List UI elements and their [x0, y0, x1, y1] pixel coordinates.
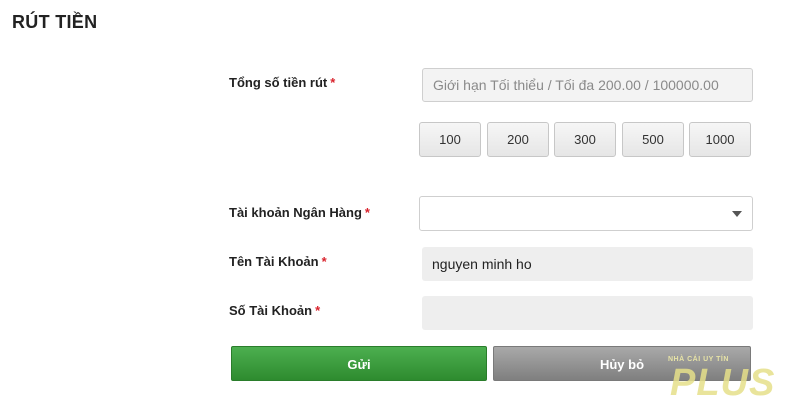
quick-amount-group: 100 200 300 500 1000 — [419, 122, 753, 157]
account-name-field[interactable] — [422, 247, 753, 281]
account-number-field[interactable] — [422, 296, 753, 330]
quick-amount-1000-button[interactable]: 1000 — [689, 122, 751, 157]
amount-label: Tổng số tiền rút * — [229, 75, 335, 90]
quick-amount-500-button[interactable]: 500 — [622, 122, 684, 157]
required-mark: * — [330, 75, 336, 90]
bank-account-label-text: Tài khoản Ngân Hàng — [229, 205, 362, 220]
chevron-down-icon — [732, 211, 742, 217]
required-mark: * — [315, 303, 321, 318]
quick-amount-300-button[interactable]: 300 — [554, 122, 616, 157]
amount-label-text: Tổng số tiền rút — [229, 75, 328, 90]
bank-account-select[interactable] — [419, 196, 753, 231]
quick-amount-200-button[interactable]: 200 — [487, 122, 549, 157]
account-name-label-text: Tên Tài Khoản — [229, 254, 319, 269]
account-number-label-text: Số Tài Khoản — [229, 303, 313, 318]
required-mark: * — [364, 205, 370, 220]
page-title: RÚT TIỀN — [12, 12, 98, 32]
account-name-label: Tên Tài Khoản * — [229, 254, 327, 269]
required-mark: * — [321, 254, 327, 269]
watermark-logo: PLUS — [670, 362, 776, 404]
account-number-label: Số Tài Khoản * — [229, 303, 320, 318]
amount-input[interactable] — [422, 68, 753, 102]
submit-button[interactable]: Gửi — [231, 346, 487, 381]
quick-amount-100-button[interactable]: 100 — [419, 122, 481, 157]
bank-account-label: Tài khoản Ngân Hàng * — [229, 205, 370, 220]
